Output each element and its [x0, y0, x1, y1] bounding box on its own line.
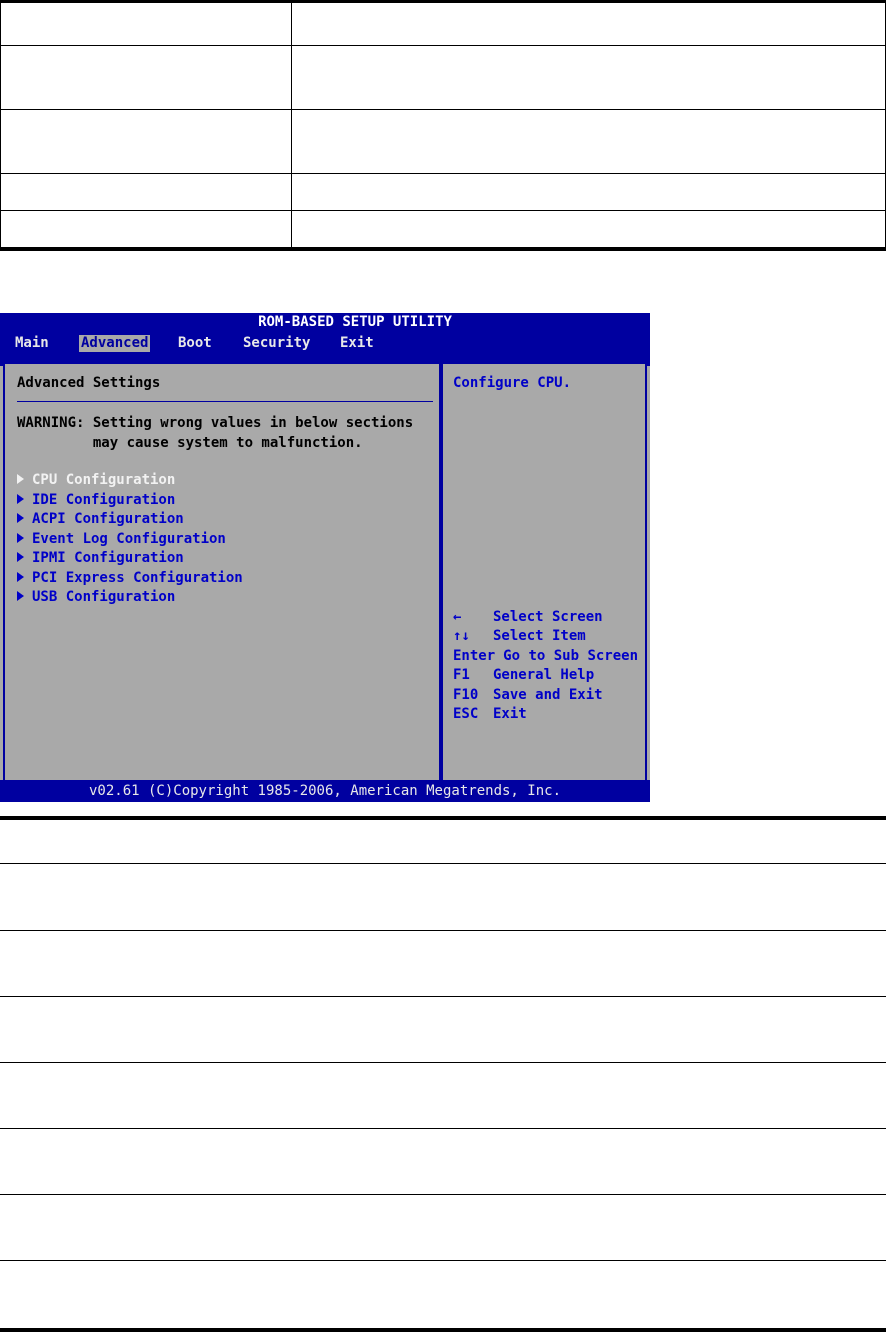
- table-row: [0, 1260, 886, 1328]
- submenu-arrow-icon: [17, 591, 24, 601]
- submenu-usb-configuration[interactable]: USB Configuration: [17, 588, 243, 608]
- submenu-label: IDE Configuration: [32, 491, 176, 508]
- table-row: [0, 1194, 886, 1260]
- submenu-arrow-icon: [17, 474, 24, 484]
- key-legend: ← Select Screen ↑↓ Select Item Enter Go to …: [453, 608, 638, 724]
- submenu-arrow-icon: [17, 571, 24, 582]
- submenu-cpu-configuration[interactable]: CPU Configuration: [17, 471, 243, 491]
- help-panel: Configure CPU. ← Select Screen ↑↓ Select I…: [441, 362, 647, 784]
- up-down-arrow-icon: ↑↓: [453, 628, 470, 645]
- key-description: Save and Exit: [493, 686, 603, 703]
- submenu-label: PCI Express Configuration: [32, 569, 243, 586]
- key-legend-item: ↑↓ Select Item: [453, 627, 638, 646]
- table-row: [0, 45, 886, 109]
- table-cell: [0, 211, 292, 247]
- table-row: [0, 1128, 886, 1194]
- submenu-arrow-icon: [17, 493, 24, 504]
- top-document-table: [0, 0, 886, 251]
- key-legend-item: ESC Exit: [453, 705, 638, 724]
- bios-footer: v02.61 (C)Copyright 1985-2006, American …: [0, 780, 650, 802]
- bios-title-bar: ROM-BASED SETUP UTILITY: [0, 313, 650, 332]
- key-legend-item: Enter Go to Sub Screen: [453, 647, 638, 666]
- key-description: Exit: [493, 705, 527, 722]
- table-row: [0, 173, 886, 210]
- submenu-label: USB Configuration: [32, 589, 176, 605]
- table-row: [0, 930, 886, 996]
- submenu-pci-express-configuration[interactable]: PCI Express Configuration: [17, 569, 243, 589]
- bios-setup-screen: ROM-BASED SETUP UTILITY Main Advanced Bo…: [0, 313, 650, 802]
- left-arrow-icon: ←: [453, 609, 462, 625]
- menu-security[interactable]: Security: [241, 335, 312, 352]
- key-description: Select Screen: [493, 609, 603, 625]
- submenu-label: ACPI Configuration: [32, 511, 184, 527]
- table-cell: [0, 174, 292, 210]
- submenu-event-log-configuration[interactable]: Event Log Configuration: [17, 530, 243, 550]
- submenu-list: CPU Configuration IDE Configuration ACPI…: [17, 471, 243, 608]
- submenu-label: Event Log Configuration: [32, 530, 226, 547]
- key-legend-item: F1 General Help: [453, 666, 638, 685]
- table-cell: [292, 174, 886, 210]
- key-description: Go to Sub Screen: [503, 647, 639, 664]
- bios-menu-bar: Main Advanced Boot Security Exit: [0, 332, 650, 366]
- table-row: [0, 210, 886, 247]
- submenu-ipmi-configuration[interactable]: IPMI Configuration: [17, 549, 243, 569]
- menu-exit[interactable]: Exit: [338, 335, 376, 352]
- table-cell: [292, 110, 886, 173]
- key-name: F1: [453, 667, 470, 684]
- key-description: General Help: [493, 667, 595, 684]
- key-name: Enter: [453, 647, 496, 664]
- section-divider: [17, 401, 433, 402]
- table-row: [0, 864, 886, 930]
- submenu-label: IPMI Configuration: [32, 550, 184, 566]
- help-text: Configure CPU.: [453, 375, 572, 391]
- menu-main[interactable]: Main: [13, 335, 51, 352]
- table-header-row: [0, 820, 886, 864]
- table-row: [0, 996, 886, 1062]
- key-name: F10: [453, 686, 479, 703]
- submenu-arrow-icon: [17, 513, 24, 523]
- submenu-arrow-icon: [17, 552, 24, 562]
- table-cell: [0, 110, 292, 173]
- menu-boot[interactable]: Boot: [176, 335, 214, 352]
- submenu-arrow-icon: [17, 532, 24, 543]
- key-legend-item: ← Select Screen: [453, 608, 638, 627]
- key-legend-item: F10 Save and Exit: [453, 686, 638, 705]
- warning-text: WARNING: Setting wrong values in below s…: [17, 415, 414, 451]
- bios-title: ROM-BASED SETUP UTILITY: [258, 314, 452, 330]
- table-row: [0, 1062, 886, 1128]
- submenu-label: CPU Configuration: [32, 472, 176, 488]
- table-row: [0, 109, 886, 173]
- submenu-acpi-configuration[interactable]: ACPI Configuration: [17, 510, 243, 530]
- settings-panel: Advanced Settings WARNING: Setting wrong…: [3, 362, 441, 784]
- table-row: [0, 3, 886, 45]
- key-description: Select Item: [493, 628, 586, 645]
- table-cell: [292, 3, 886, 45]
- table-cell: [0, 46, 292, 109]
- submenu-ide-configuration[interactable]: IDE Configuration: [17, 491, 243, 511]
- table-cell: [292, 46, 886, 109]
- table-cell: [292, 211, 886, 247]
- bottom-document-table: [0, 816, 886, 1332]
- section-title: Advanced Settings: [17, 375, 161, 391]
- table-cell: [0, 3, 292, 45]
- menu-advanced[interactable]: Advanced: [79, 335, 151, 352]
- key-name: ESC: [453, 705, 479, 722]
